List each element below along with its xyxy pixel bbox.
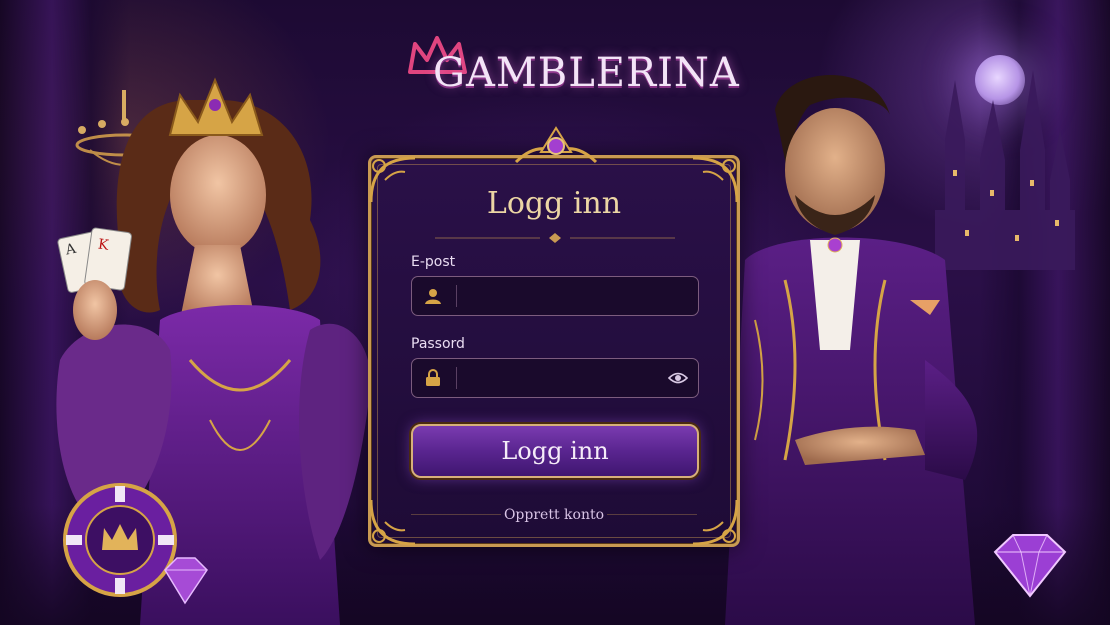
brand-name: GAMBLERINA bbox=[433, 50, 740, 96]
lock-icon bbox=[426, 369, 440, 386]
password-label: Passord bbox=[411, 336, 465, 352]
divider-line bbox=[411, 514, 501, 515]
create-account-link[interactable]: Opprett konto bbox=[504, 507, 604, 523]
login-button[interactable]: Logg inn bbox=[411, 424, 699, 478]
email-field[interactable] bbox=[411, 276, 699, 316]
purple-diamond-icon bbox=[993, 534, 1067, 598]
field-separator bbox=[456, 285, 457, 307]
password-input[interactable] bbox=[464, 365, 668, 393]
brand-logo: GAMBLERINA bbox=[405, 32, 739, 102]
signup-row: Opprett konto bbox=[371, 504, 737, 524]
eye-icon[interactable] bbox=[668, 369, 688, 387]
email-input[interactable] bbox=[464, 283, 668, 311]
password-field[interactable] bbox=[411, 358, 699, 398]
title-divider bbox=[435, 233, 675, 243]
email-label: E-post bbox=[411, 254, 456, 270]
field-separator bbox=[456, 367, 457, 389]
user-icon bbox=[425, 289, 441, 304]
gem-crest-icon bbox=[514, 126, 598, 164]
login-panel: Logg inn E-post Passord Logg inn Opprett… bbox=[368, 126, 740, 547]
purple-gem-icon bbox=[164, 557, 208, 605]
login-title: Logg inn bbox=[486, 186, 622, 221]
divider-line bbox=[607, 514, 697, 515]
